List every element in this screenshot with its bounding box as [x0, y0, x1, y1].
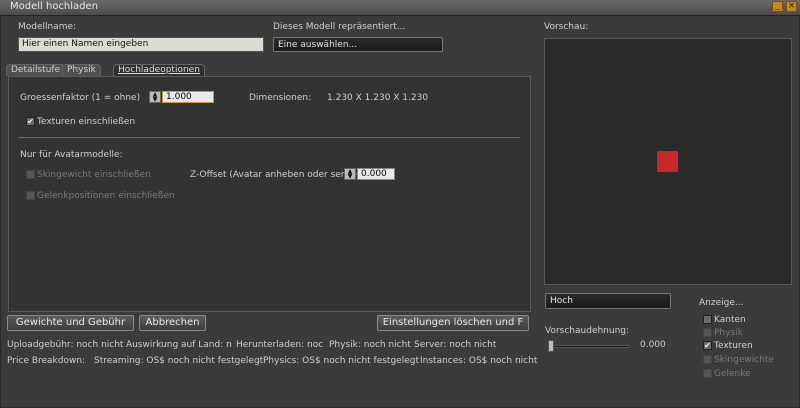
display-joints-label: Gelenke: [714, 369, 751, 379]
preview-label: Vorschau:: [544, 22, 589, 32]
include-joints-checkbox[interactable]: [26, 191, 35, 200]
display-label: Anzeige...: [699, 298, 744, 308]
display-textures-label: Texturen: [714, 341, 753, 351]
instances-price-text: Instances: OS$ noch nicht: [420, 356, 538, 366]
display-skin-weights-label: Skingewichte: [714, 355, 774, 365]
dimensions-label: Dimensionen:: [249, 93, 312, 103]
clear-settings-button[interactable]: Einstellungen löschen und F: [377, 315, 529, 331]
divider: [18, 137, 520, 138]
display-skin-weights-checkbox[interactable]: [703, 355, 712, 364]
tab-upload-options[interactable]: Hochladeoptionen: [113, 64, 205, 76]
land-impact-text: Auswirkung auf Land: n: [126, 340, 232, 350]
preview-stretch-value: 0.000: [640, 340, 666, 350]
minimize-icon[interactable]: _: [772, 1, 783, 12]
scale-label: Groessenfaktor (1 = ohne): [20, 93, 141, 103]
model-name-input[interactable]: Hier einen Namen eingeben: [18, 37, 264, 52]
close-icon[interactable]: ×: [786, 1, 797, 12]
include-weights-label: Skingewicht einschließen: [37, 170, 151, 180]
z-offset-input[interactable]: 0.000: [357, 168, 395, 180]
include-textures-label: Texturen einschließen: [37, 117, 136, 127]
window-title: Modell hochladen: [10, 1, 99, 12]
physics-text: Physik: noch nicht: [329, 340, 411, 350]
display-physics-checkbox[interactable]: [703, 328, 712, 337]
model-name-label: Modellname:: [18, 22, 77, 32]
tab-physics[interactable]: Physik: [62, 64, 101, 76]
include-textures-checkbox[interactable]: ✔: [26, 117, 35, 126]
download-text: Herunterladen: noc: [236, 340, 324, 350]
z-offset-spinner-icon[interactable]: ▲ ▼: [344, 168, 356, 180]
price-breakdown-label: Price Breakdown:: [7, 356, 86, 366]
preview-stretch-slider[interactable]: [549, 345, 629, 348]
display-edges-checkbox[interactable]: [703, 315, 712, 324]
include-joints-label: Gelenkpositionen einschließen: [37, 191, 175, 201]
display-textures-checkbox[interactable]: ✔: [703, 341, 712, 350]
preview-stretch-label: Vorschaudehnung:: [545, 326, 630, 336]
preview-lod-combo[interactable]: Hoch: [545, 293, 671, 309]
title-bar[interactable]: [0, 0, 800, 16]
include-weights-checkbox[interactable]: [26, 170, 35, 179]
display-edges-label: Kanten: [714, 315, 746, 325]
weights-fee-button[interactable]: Gewichte und Gebühr: [7, 315, 134, 331]
scale-input[interactable]: 1.000: [162, 91, 214, 103]
display-joints-checkbox[interactable]: [703, 369, 712, 378]
represents-combo[interactable]: Eine auswählen...: [273, 37, 443, 52]
display-physics-label: Physik: [714, 328, 743, 338]
z-offset-label: Z-Offset (Avatar anheben oder senke: [190, 170, 357, 180]
cancel-button[interactable]: Abbrechen: [139, 315, 206, 331]
tab-lod[interactable]: Detailstufe: [6, 64, 66, 76]
avatar-section-label: Nur für Avatarmodelle:: [20, 150, 123, 160]
represents-label: Dieses Modell repräsentiert...: [273, 22, 406, 32]
preview-stretch-slider-handle[interactable]: [548, 340, 554, 352]
physics-price-text: Physics: OS$ noch nicht festgelegt: [263, 356, 419, 366]
scale-spinner-icon[interactable]: ▲ ▼: [149, 91, 161, 103]
preview-model: [657, 151, 678, 172]
dimensions-value: 1.230 X 1.230 X 1.230: [327, 93, 429, 103]
upload-fee-text: Uploadgebühr: noch nicht: [7, 340, 124, 350]
streaming-price-text: Streaming: OS$ noch nicht festgelegt: [94, 356, 264, 366]
server-text: Server: noch nicht: [414, 340, 497, 350]
